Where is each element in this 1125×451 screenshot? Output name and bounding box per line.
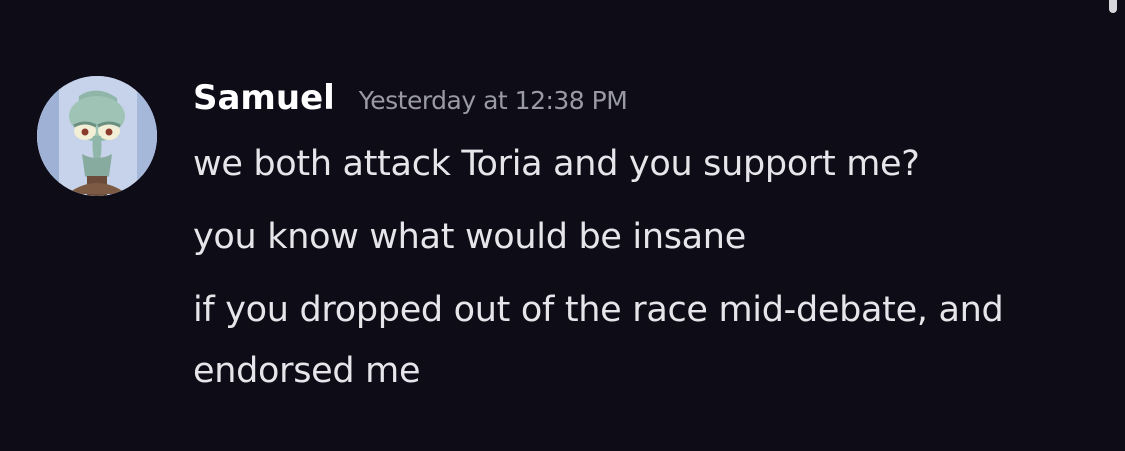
message-line: you know what would be insane [193, 217, 746, 257]
message-line: if you dropped out of the race mid-debat… [193, 290, 1004, 391]
username[interactable]: Samuel [193, 78, 335, 118]
message-timestamp[interactable]: Yesterday at 12:38 PM [359, 86, 628, 115]
squidward-avatar-icon [37, 76, 157, 196]
message-content: Samuel Yesterday at 12:38 PM we both att… [193, 76, 1073, 402]
chat-message[interactable]: Samuel Yesterday at 12:38 PM we both att… [37, 76, 1077, 436]
scrollbar-thumb[interactable] [1109, 0, 1117, 13]
message-line: we both attack Toria and you support me? [193, 144, 920, 184]
user-avatar[interactable] [37, 76, 157, 196]
message-header: Samuel Yesterday at 12:38 PM [193, 76, 1073, 134]
